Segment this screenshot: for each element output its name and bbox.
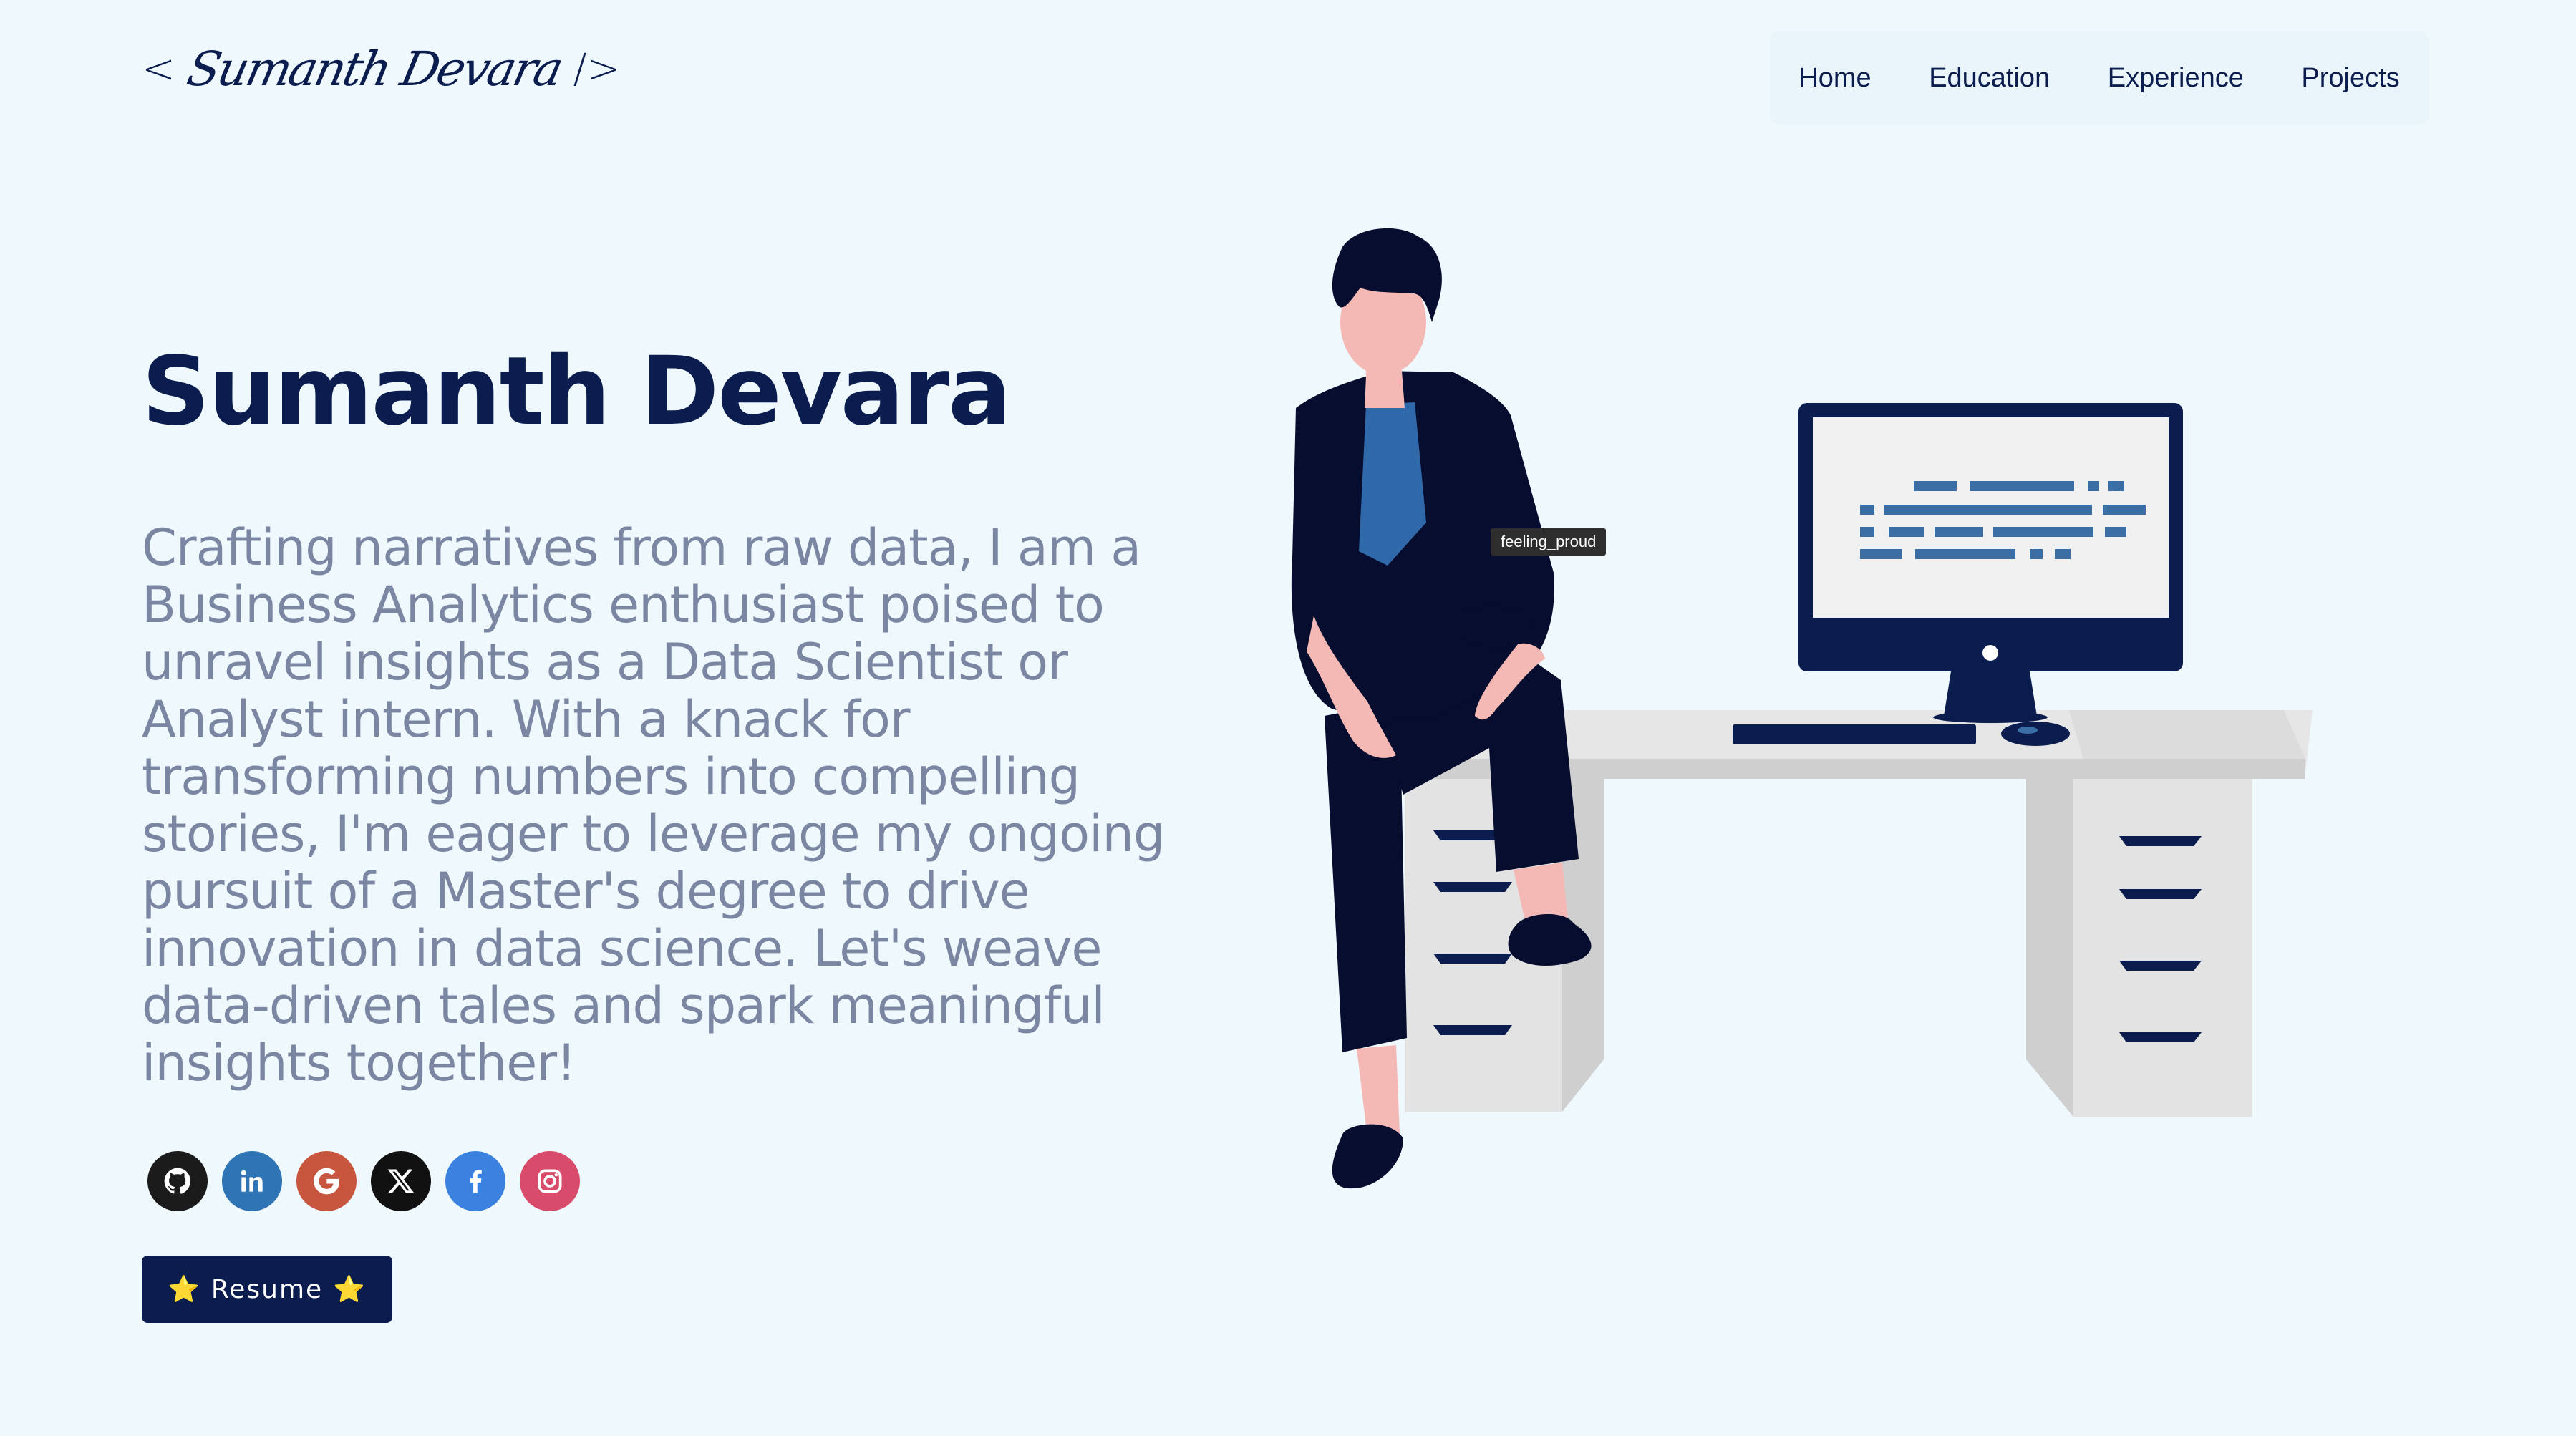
google-icon[interactable] — [296, 1151, 357, 1211]
linkedin-icon[interactable] — [222, 1151, 282, 1211]
star-icon: ⭐ — [168, 1275, 201, 1304]
instagram-icon[interactable] — [520, 1151, 580, 1211]
resume-button[interactable]: ⭐ Resume ⭐ — [142, 1256, 392, 1323]
hero-name: Sumanth Devara — [142, 336, 1012, 447]
desk-illustration — [1291, 228, 2313, 1189]
nav-experience-link[interactable]: Experience — [2108, 63, 2244, 94]
site-logo[interactable]: < Sumanth Devara /> — [142, 42, 620, 97]
nav-projects-link[interactable]: Projects — [2301, 63, 2399, 94]
github-icon[interactable] — [147, 1151, 208, 1211]
mouse — [2001, 722, 2070, 746]
right-drawer-cabinet — [2073, 779, 2252, 1117]
illustration-tooltip: feeling_proud — [1491, 528, 1607, 556]
nav-home-link[interactable]: Home — [1798, 63, 1871, 94]
star-icon: ⭐ — [333, 1275, 367, 1304]
main-nav: Home Education Experience Projects — [1770, 31, 2429, 125]
social-links — [147, 1151, 580, 1211]
x-icon[interactable] — [371, 1151, 431, 1211]
resume-button-label: Resume — [210, 1274, 324, 1304]
facebook-icon[interactable] — [445, 1151, 505, 1211]
nav-education-link[interactable]: Education — [1929, 63, 2050, 94]
hero-bio: Crafting narratives from raw data, I am … — [142, 518, 1165, 1092]
logo-signature: Sumanth Devara — [182, 42, 566, 97]
keyboard — [1733, 724, 1976, 744]
logo-close-bracket: /> — [573, 46, 621, 92]
logo-open-bracket: < — [142, 46, 175, 92]
